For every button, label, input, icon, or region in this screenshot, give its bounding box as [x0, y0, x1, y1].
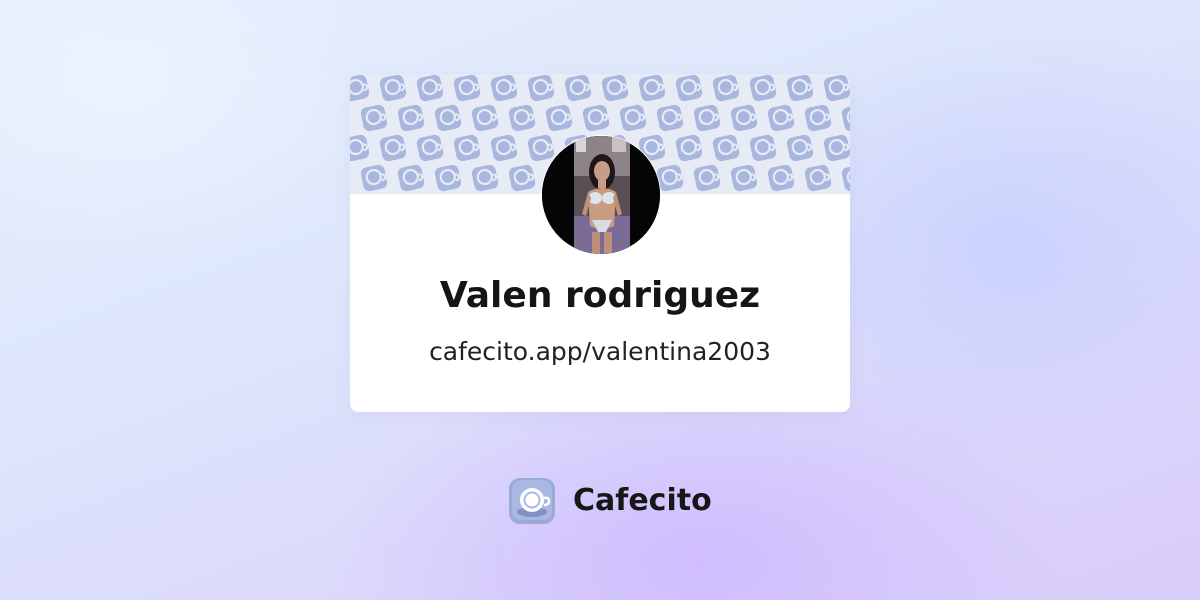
- coffee-cup-icon: [434, 104, 462, 132]
- coffee-cup-icon: [397, 164, 425, 192]
- coffee-cup-icon: [730, 164, 758, 192]
- coffee-cup-icon: [582, 104, 610, 132]
- coffee-cup-icon: [471, 164, 499, 192]
- coffee-cup-icon: [712, 134, 740, 162]
- coffee-cup-icon: [804, 104, 832, 132]
- profile-card: Valen rodriguez cafecito.app/valentina20…: [350, 74, 850, 412]
- coffee-cup-icon: [527, 134, 555, 162]
- coffee-cup-icon: [823, 74, 850, 102]
- coffee-cup-icon: [841, 164, 850, 192]
- coffee-cup-icon: [638, 74, 666, 102]
- avatar[interactable]: [541, 135, 661, 255]
- coffee-cup-icon: [527, 74, 555, 102]
- coffee-cup-icon: [471, 104, 499, 132]
- coffee-cup-icon: [490, 134, 518, 162]
- coffee-cup-icon: [416, 134, 444, 162]
- coffee-cup-icon: [804, 164, 832, 192]
- cafecito-brand[interactable]: Cafecito: [507, 476, 712, 526]
- coffee-cup-icon: [545, 104, 573, 132]
- brand-name: Cafecito: [573, 483, 712, 518]
- coffee-cup-icon: [416, 74, 444, 102]
- coffee-cup-icon: [434, 164, 462, 192]
- coffee-cup-icon: [350, 74, 370, 102]
- coffee-cup-icon: [564, 74, 592, 102]
- coffee-cup-icon: [786, 74, 814, 102]
- coffee-cup-icon: [619, 104, 647, 132]
- coffee-cup-icon: [508, 164, 536, 192]
- coffee-cup-icon: [379, 134, 407, 162]
- coffee-cup-icon: [490, 74, 518, 102]
- coffee-cup-icon: [675, 134, 703, 162]
- coffee-cup-icon: [656, 104, 684, 132]
- coffee-cup-icon: [453, 134, 481, 162]
- coffee-cup-icon: [693, 104, 721, 132]
- avatar-photo: [542, 136, 660, 254]
- coffee-cup-icon: [786, 134, 814, 162]
- coffee-cup-icon: [350, 134, 370, 162]
- coffee-cup-icon: [749, 74, 777, 102]
- coffee-cup-icon: [841, 104, 850, 132]
- coffee-cup-icon: [379, 74, 407, 102]
- cafecito-cup-icon: [509, 478, 555, 524]
- coffee-cup-icon: [453, 74, 481, 102]
- coffee-cup-icon: [712, 74, 740, 102]
- coffee-cup-icon: [767, 104, 795, 132]
- coffee-cup-icon: [730, 104, 758, 132]
- coffee-cup-icon: [397, 104, 425, 132]
- coffee-cup-icon: [693, 164, 721, 192]
- profile-name: Valen rodriguez: [439, 275, 761, 316]
- coffee-cup-icon: [749, 134, 777, 162]
- profile-url[interactable]: cafecito.app/valentina2003: [350, 336, 850, 368]
- coffee-cup-icon: [823, 134, 850, 162]
- coffee-cup-icon: [767, 164, 795, 192]
- coffee-cup-icon: [675, 74, 703, 102]
- coffee-cup-icon: [360, 104, 388, 132]
- coffee-cup-icon: [601, 74, 629, 102]
- coffee-cup-icon: [508, 104, 536, 132]
- coffee-cup-icon: [360, 164, 388, 192]
